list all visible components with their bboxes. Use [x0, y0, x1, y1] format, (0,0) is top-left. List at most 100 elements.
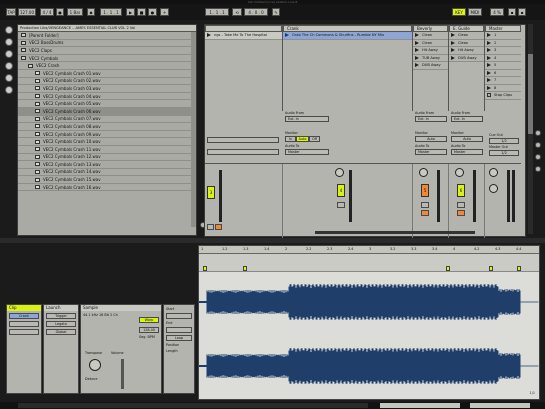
loop-button[interactable]: Loop: [166, 335, 192, 341]
pan-knob[interactable]: [455, 168, 464, 177]
pan-knob[interactable]: [335, 168, 344, 177]
warp-marker[interactable]: [489, 266, 493, 271]
browser-file[interactable]: VEC2 Cymbals Crash 13.wav: [18, 161, 196, 169]
launch-quant-select[interactable]: Global: [46, 329, 76, 335]
returns-toggle[interactable]: [535, 154, 541, 160]
track-activator[interactable]: 6: [457, 184, 465, 197]
browser-file[interactable]: VEC2 Cymbals Crash 08.wav: [18, 123, 196, 131]
track-header-3[interactable]: Beverly: [413, 25, 448, 32]
clip-slot[interactable]: Clean: [413, 32, 448, 40]
clip-slot[interactable]: DUB Away: [449, 55, 484, 62]
clip-name-field[interactable]: Crank: [9, 313, 39, 319]
legato-button[interactable]: Legato: [46, 321, 76, 327]
clip-slot[interactable]: Clean: [449, 40, 484, 47]
browser-file[interactable]: VEC2 Cymbals Crash 04.wav: [18, 93, 196, 101]
scene-launch[interactable]: 7: [485, 77, 521, 85]
start-field[interactable]: [166, 313, 192, 319]
scene-launch[interactable]: 6: [485, 70, 521, 77]
track-header-1[interactable]: [205, 25, 282, 32]
monitor-in-1[interactable]: In: [285, 136, 296, 142]
clip-sig-button[interactable]: [9, 329, 39, 335]
clip-slot[interactable]: DUB Away: [413, 62, 448, 70]
end-field[interactable]: [166, 327, 192, 333]
scene-launch[interactable]: 5: [485, 62, 521, 70]
track-activator[interactable]: 4: [337, 184, 345, 197]
track-header-2[interactable]: Crank: [283, 25, 412, 32]
warp-marker-lane[interactable]: [199, 254, 539, 272]
metronome-button[interactable]: ●: [56, 8, 64, 16]
file-browser-3-icon[interactable]: [5, 74, 13, 82]
audio-to-select-3[interactable]: Master: [415, 149, 447, 155]
arm-button[interactable]: [215, 224, 222, 230]
audio-to-select-1[interactable]: Master: [285, 149, 329, 155]
loop-length-field[interactable]: 4 . 0 . 0: [244, 8, 268, 16]
vscroll-thumb[interactable]: [528, 54, 533, 134]
browser-folder[interactable]: VEC2 Cymbals: [18, 55, 196, 63]
browser-file[interactable]: VEC2 Cymbals Crash 11.wav: [18, 146, 196, 154]
solo-button[interactable]: [207, 224, 214, 230]
key-map-button[interactable]: KEY: [452, 8, 466, 16]
browser-folder[interactable]: VEC2 Claps: [18, 47, 196, 55]
loop-toggle[interactable]: ⟲: [232, 8, 242, 16]
scene-launch[interactable]: 2: [485, 40, 521, 47]
follow-button[interactable]: ◆: [87, 8, 95, 16]
browser-file[interactable]: VEC2 Cymbals Crash 07.wav: [18, 116, 196, 124]
warp-marker[interactable]: [203, 266, 207, 271]
draw-mode-button[interactable]: ✎: [272, 8, 280, 16]
clip-slot[interactable]: Hit Away: [449, 47, 484, 55]
browser-file[interactable]: VEC2 Cymbals Crash 03.wav: [18, 85, 196, 93]
midi-map-button[interactable]: MIDI: [468, 8, 482, 16]
track-header-4[interactable]: E. Guide: [449, 25, 484, 32]
solo-button[interactable]: [457, 202, 465, 208]
launch-mode-select[interactable]: Trigger: [46, 313, 76, 319]
mixer-toggle[interactable]: [535, 166, 541, 172]
cue-out-select[interactable]: 1/2: [489, 138, 519, 144]
scene-launch[interactable]: 8: [485, 85, 521, 92]
browser-path[interactable]: Production Libs/VENGEANCE ...AMES ESSENT…: [18, 25, 196, 32]
browser-folder[interactable]: [Parent Folder]: [18, 32, 196, 40]
session-vscrollbar[interactable]: [528, 24, 533, 234]
device-browser-icon[interactable]: [5, 26, 13, 34]
scene-launch[interactable]: 4: [485, 55, 521, 62]
time-ruler[interactable]: 1 1.2 1.3 1.4 2 2.2 2.3 2.4 3 3.2 3.3 3.4 4 4.2 4.3 4.4: [199, 246, 539, 254]
meter-field[interactable]: 4 / 4: [40, 8, 54, 16]
file-browser-2-icon[interactable]: [5, 62, 13, 70]
tempo-field[interactable]: 127.00: [18, 8, 36, 16]
file-browser-1-icon[interactable]: [5, 50, 13, 58]
warp-marker[interactable]: [243, 266, 247, 271]
clip-slot[interactable]: Grab The Ch Commons & Shurfins - Rumble …: [283, 32, 412, 40]
stop-all-clips-button[interactable]: Stop Clips: [485, 92, 521, 100]
browser-file[interactable]: VEC2 Cymbals Crash 09.wav: [18, 131, 196, 139]
browser-file[interactable]: VEC2 Cymbals Crash 15.wav: [18, 176, 196, 184]
position-field[interactable]: 1 . 1 . 1: [100, 8, 122, 16]
clip-slot[interactable]: Clean: [413, 40, 448, 47]
audio-from-select-4[interactable]: Ext. In: [451, 116, 483, 122]
tap-button[interactable]: TAP: [6, 8, 16, 16]
pan-knob[interactable]: [419, 168, 428, 177]
track-activator[interactable]: 5: [421, 184, 429, 197]
clip-volume-slider[interactable]: [121, 359, 124, 389]
browser-file[interactable]: VEC2 Cymbals Crash 16.wav: [18, 184, 196, 192]
transpose-knob[interactable]: [89, 359, 101, 371]
browser-folder[interactable]: VEC2 Crash: [18, 62, 196, 70]
hot-swap-icon[interactable]: [5, 86, 13, 94]
record-button[interactable]: ●: [148, 8, 157, 16]
browser-scrollbar[interactable]: [191, 32, 196, 227]
sends-toggle[interactable]: [535, 142, 541, 148]
clip-slot[interactable]: ngs - Take Me To The Hospital: [205, 32, 282, 40]
browser-file[interactable]: VEC2 Cymbals Crash 01.wav: [18, 70, 196, 78]
cue-volume-knob[interactable]: [489, 184, 498, 193]
scene-launch[interactable]: 1: [485, 32, 521, 40]
master-out-select[interactable]: 1/2: [489, 150, 519, 156]
waveform-display[interactable]: [199, 272, 539, 400]
warp-button[interactable]: Warp: [139, 317, 159, 323]
browser-file[interactable]: VEC2 Cymbals Crash 02.wav: [18, 78, 196, 86]
play-button[interactable]: ▶: [126, 8, 135, 16]
audio-from-select-0[interactable]: [207, 137, 279, 143]
track-activator[interactable]: 3: [207, 186, 215, 199]
arm-button[interactable]: [457, 210, 465, 216]
bpm-field[interactable]: 128.00: [139, 327, 159, 333]
plugin-browser-icon[interactable]: [5, 38, 13, 46]
browser-file[interactable]: VEC2 Cymbals Crash 12.wav: [18, 154, 196, 162]
monitor-auto-3[interactable]: Auto: [415, 136, 447, 142]
